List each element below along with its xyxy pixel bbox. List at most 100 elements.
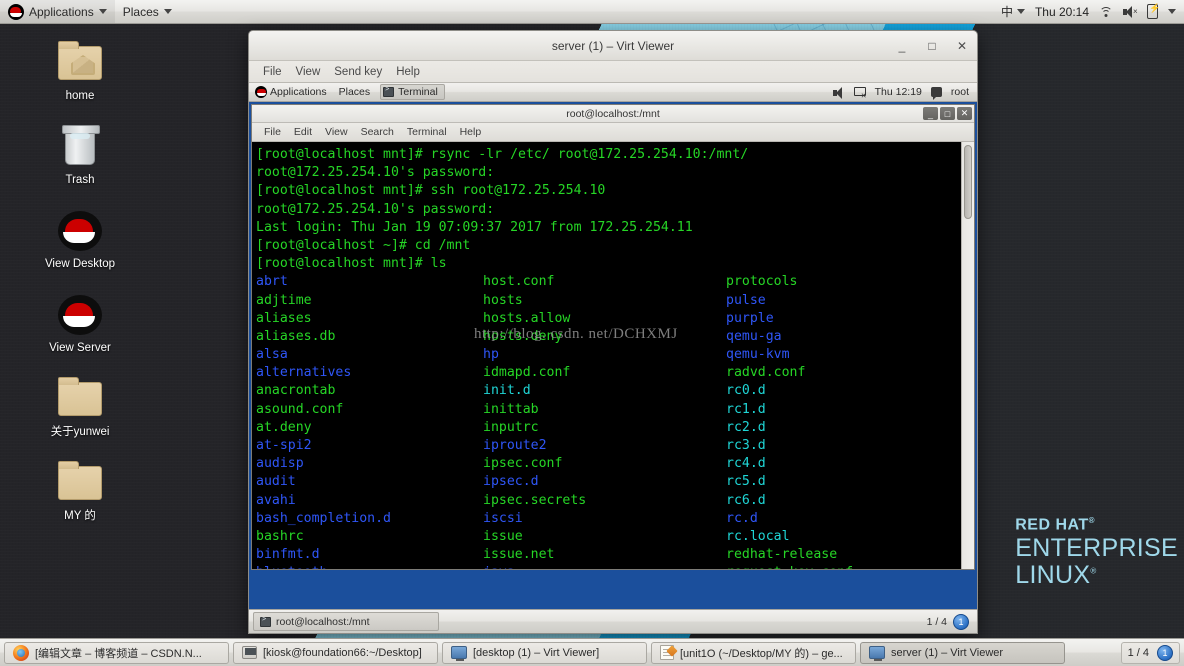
minimize-icon[interactable]: _ [895, 39, 909, 53]
terminal-output[interactable]: [root@localhost mnt]# rsync -lr /etc/ ro… [252, 142, 961, 569]
terminal-menu-search[interactable]: Search [355, 125, 400, 139]
file-entry: avahi [256, 492, 296, 508]
file-entry: at.deny [256, 419, 312, 435]
guest-workspace-badge[interactable]: 1 [953, 613, 969, 630]
applications-menu[interactable]: Applications [0, 0, 115, 23]
desktop-icon-trash[interactable]: Trash [32, 120, 128, 190]
file-entry: init.d [483, 383, 531, 399]
network-disconnected-icon[interactable] [853, 86, 867, 100]
redhat-hat-icon [32, 291, 128, 339]
taskbar-item-kiosk-terminal[interactable]: [kiosk@foundation66:~/Desktop] [233, 641, 438, 664]
workspace-badge[interactable]: 1 [1157, 644, 1173, 661]
file-entry: issue.net [483, 547, 555, 563]
terminal-body[interactable]: [root@localhost mnt]# rsync -lr /etc/ ro… [252, 142, 974, 569]
file-entry: rc6.d [726, 492, 766, 508]
menu-item-file[interactable]: File [257, 64, 288, 80]
file-entry: iscsi [483, 510, 523, 526]
guest-applications-label: Applications [270, 86, 327, 98]
terminal-menu-edit[interactable]: Edit [288, 125, 318, 139]
places-menu[interactable]: Places [115, 0, 180, 23]
guest-task-terminal[interactable]: Terminal [380, 84, 445, 100]
file-entry: java [483, 564, 726, 569]
minimize-icon[interactable]: _ [923, 107, 938, 120]
workspace-switcher[interactable]: 1 / 4 1 [1120, 641, 1180, 664]
clock[interactable]: Thu 20:14 [1035, 5, 1089, 19]
file-entry: adjtime [256, 292, 312, 308]
volume-muted-icon[interactable]: × [1123, 5, 1138, 18]
virt-viewer-window: server (1) – Virt Viewer _ □ ✕ File View… [248, 30, 978, 634]
guest-workspace-switcher[interactable]: 1 / 4 1 [926, 613, 973, 630]
terminal-menu-view[interactable]: View [319, 125, 354, 139]
file-entry: aliases [256, 310, 312, 326]
desktop-icon-view-server[interactable]: View Server [32, 288, 128, 358]
close-icon[interactable]: ✕ [955, 39, 969, 53]
user-icon [930, 87, 942, 100]
taskbar-item-gedit[interactable]: [unit1O (~/Desktop/MY 的) – ge... [651, 641, 856, 664]
file-entry: idmapd.conf [483, 365, 571, 381]
firefox-icon [13, 644, 29, 661]
guest-system-tray: Thu 12:19 root [832, 86, 977, 100]
wallpaper-brandmark: RED HAT® ENTERPRISE LINUX® [1015, 516, 1178, 589]
taskbar-item-label: server (1) – Virt Viewer [891, 646, 1004, 659]
guest-workspace-indicator: 1 / 4 [926, 615, 947, 628]
desktop-icon-label: MY 的 [64, 510, 96, 522]
file-entry: bashrc [256, 528, 304, 544]
taskbar-item-desktop-virt-viewer[interactable]: [desktop (1) – Virt Viewer] [442, 641, 647, 664]
guest-user-label[interactable]: root [951, 86, 969, 98]
chevron-down-icon[interactable] [1168, 9, 1176, 14]
guest-taskbar-item-terminal[interactable]: root@localhost:/mnt [253, 612, 439, 631]
guest-clock[interactable]: Thu 12:19 [875, 86, 922, 98]
file-entry: qemu-kvm [726, 347, 790, 363]
wifi-icon[interactable] [1099, 6, 1113, 18]
maximize-icon[interactable]: □ [925, 39, 939, 53]
taskbar-item-label: [编辑文章 – 博客频道 – CSDN.N... [35, 647, 202, 660]
virt-viewer-titlebar[interactable]: server (1) – Virt Viewer _ □ ✕ [249, 31, 977, 61]
file-entry: bluetooth [256, 564, 483, 569]
taskbar-item-label: [unit1O (~/Desktop/MY 的) – ge... [680, 647, 843, 660]
brand-line-3: LINUX [1015, 561, 1091, 589]
guest-places-menu[interactable]: Places [333, 83, 377, 101]
desktop-icon-guanyu-yunwei[interactable]: 关于yunwei [32, 372, 128, 442]
maximize-icon[interactable]: □ [940, 107, 955, 120]
file-entry: iproute2 [483, 438, 547, 453]
terminal-titlebar[interactable]: root@localhost:/mnt _ □ ✕ [252, 105, 974, 123]
file-entry: inittab [483, 401, 539, 417]
terminal-listing-row: binfmt.d issue.net redhat-release [256, 546, 961, 564]
menu-item-help[interactable]: Help [390, 64, 426, 80]
guest-applications-menu[interactable]: Applications [249, 83, 333, 101]
terminal-menu-help[interactable]: Help [454, 125, 488, 139]
file-entry: ipsec.secrets [483, 492, 587, 508]
desktop-icon-label: Trash [65, 174, 95, 186]
file-entry: binfmt.d [256, 547, 320, 563]
terminal-menu-terminal[interactable]: Terminal [401, 125, 453, 139]
places-menu-label: Places [122, 4, 159, 19]
file-entry: purple [726, 310, 774, 326]
close-icon[interactable]: ✕ [957, 107, 972, 120]
scrollbar-thumb[interactable] [964, 145, 972, 219]
input-method-indicator[interactable]: 中 [1001, 3, 1025, 20]
file-entry: issue [483, 528, 523, 544]
file-entry: aliases.db [256, 328, 336, 344]
taskbar-item-label: [desktop (1) – Virt Viewer] [473, 646, 600, 659]
file-entry: rc4.d [726, 456, 766, 472]
menu-item-send-key[interactable]: Send key [328, 64, 388, 80]
file-entry: inputrc [483, 419, 539, 435]
taskbar-item-server-virt-viewer[interactable]: server (1) – Virt Viewer [860, 641, 1065, 664]
taskbar-item-firefox[interactable]: [编辑文章 – 博客频道 – CSDN.N... [4, 641, 229, 664]
file-entry: at-spi2 [256, 438, 312, 453]
battery-icon[interactable] [1147, 3, 1160, 19]
desktop-icon-view-desktop[interactable]: View Desktop [32, 204, 128, 274]
terminal-listing-row: aliases hosts.allow purple [256, 310, 961, 328]
redhat-logo-icon [255, 86, 267, 98]
monitor-icon [451, 646, 467, 661]
terminal-scrollbar[interactable] [961, 142, 974, 569]
volume-icon[interactable] [832, 86, 845, 99]
terminal-listing-row: bash_completion.d iscsi rc.d [256, 510, 961, 528]
terminal-window-controls: _ □ ✕ [923, 107, 972, 120]
terminal-listing-row: audisp ipsec.conf rc4.d [256, 455, 961, 473]
desktop-icon-home[interactable]: home [32, 36, 128, 106]
desktop-icon-my-de[interactable]: MY 的 [32, 456, 128, 526]
menu-item-view[interactable]: View [290, 64, 327, 80]
terminal-menu-file[interactable]: File [258, 125, 287, 139]
desktop-icon-label: 关于yunwei [50, 426, 110, 438]
